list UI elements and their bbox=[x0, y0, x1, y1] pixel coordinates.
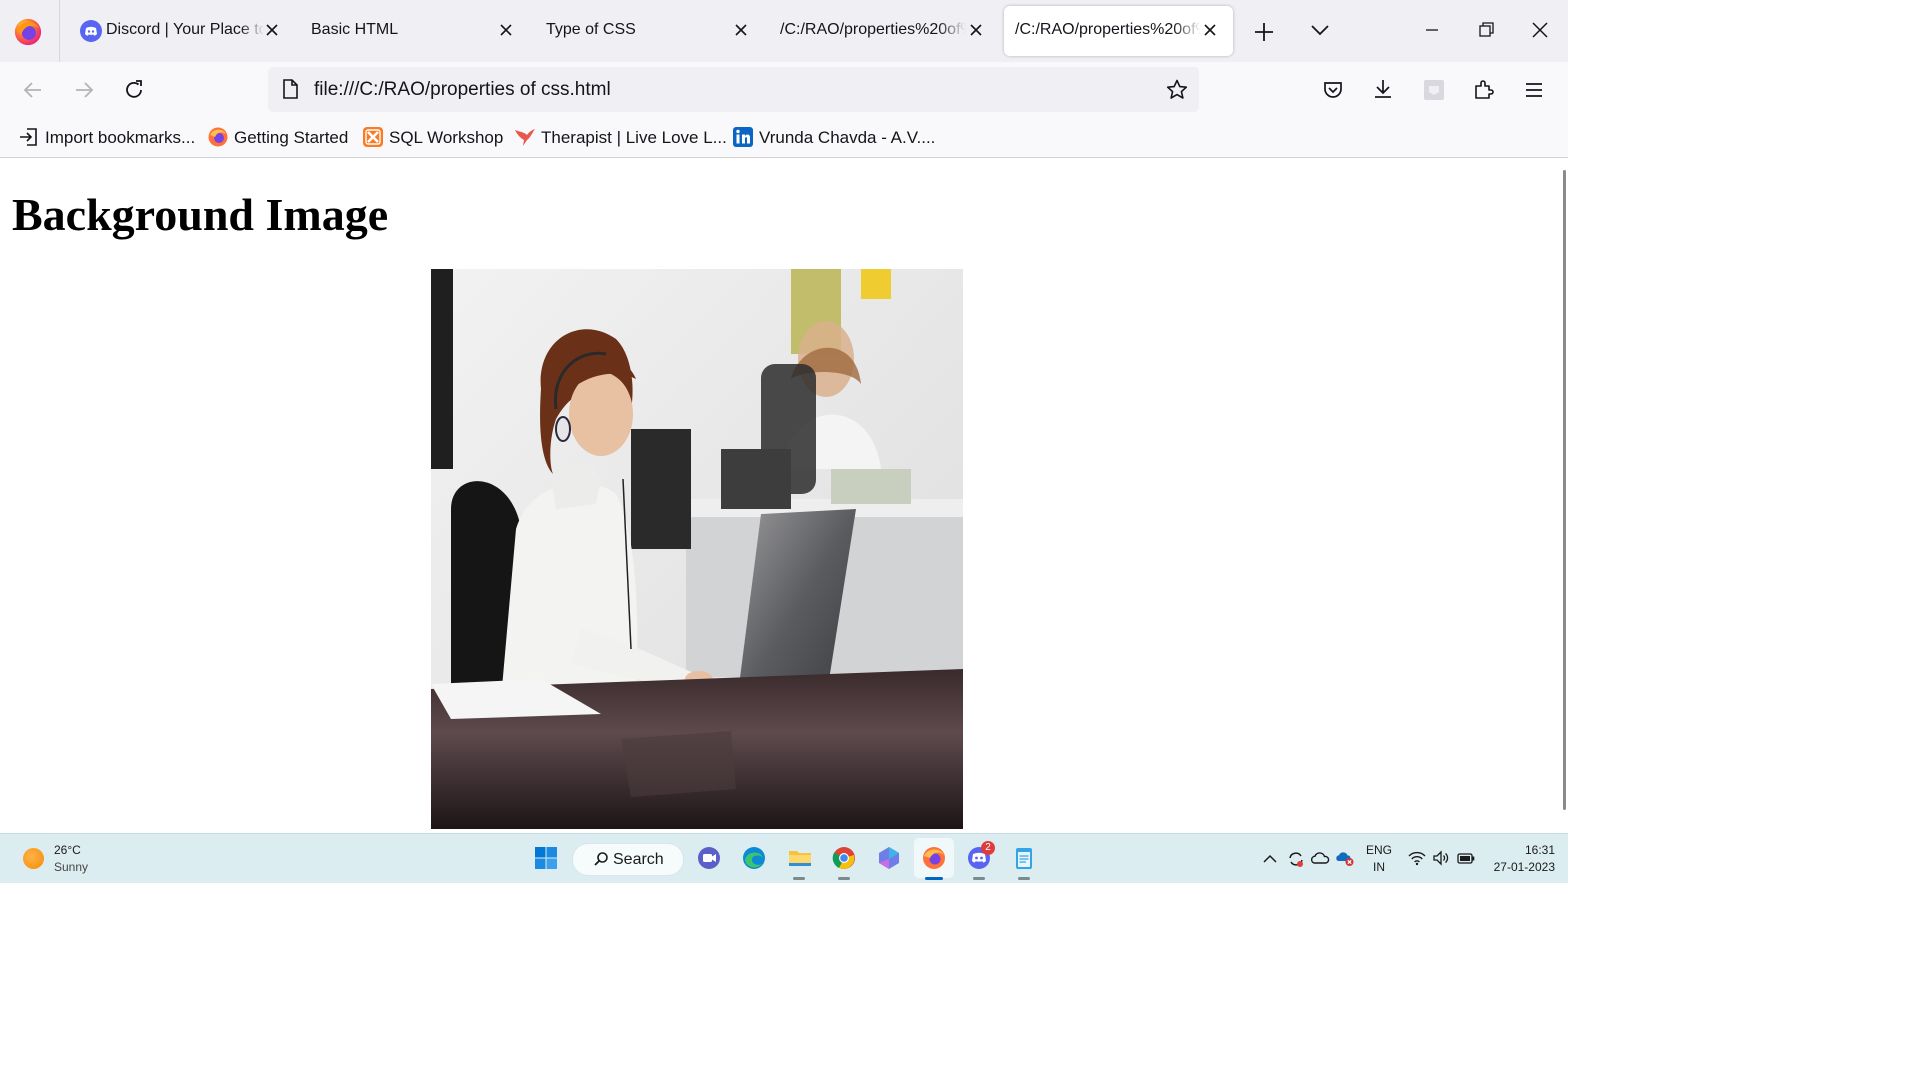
tab-separator bbox=[59, 0, 60, 62]
minimize-icon[interactable] bbox=[1420, 18, 1444, 42]
clock-date[interactable]: 27-01-2023 bbox=[1485, 860, 1555, 874]
bookmark-label: Getting Started bbox=[234, 128, 349, 147]
pocket-icon[interactable] bbox=[1321, 78, 1345, 102]
chrome-icon[interactable] bbox=[830, 844, 858, 872]
close-window-icon[interactable] bbox=[1528, 18, 1552, 42]
tab-basic-html[interactable]: Basic HTML bbox=[294, 6, 522, 56]
discord-badge: 2 bbox=[981, 841, 995, 855]
notepad-icon[interactable] bbox=[1010, 844, 1038, 872]
bookmark-label: Therapist | Live Love L... bbox=[541, 128, 727, 147]
onedrive-error-icon[interactable] bbox=[1335, 849, 1355, 867]
linkedin-icon bbox=[733, 127, 753, 147]
battery-icon[interactable] bbox=[1456, 850, 1476, 866]
tab-title: /C:/RAO/properties%20of%20css.html bbox=[780, 21, 966, 38]
forward-icon[interactable] bbox=[72, 78, 96, 102]
sync-icon[interactable] bbox=[1286, 849, 1306, 869]
tab-properties-css[interactable]: /C:/RAO/properties%20of%20css.html bbox=[766, 6, 994, 56]
wifi-icon[interactable] bbox=[1408, 850, 1426, 866]
language-indicator[interactable]: ENG bbox=[1364, 843, 1394, 857]
tab-title: /C:/RAO/properties%20of%20css.html bbox=[1015, 21, 1201, 38]
edge-icon[interactable] bbox=[740, 844, 768, 872]
back-icon[interactable] bbox=[21, 78, 45, 102]
windows-start-icon[interactable] bbox=[532, 844, 560, 872]
close-tab-icon[interactable] bbox=[264, 22, 280, 38]
page-scrollbar[interactable] bbox=[1563, 170, 1566, 810]
xampp-icon bbox=[363, 127, 383, 147]
volume-icon[interactable] bbox=[1432, 850, 1450, 866]
taskbar-search[interactable]: Search bbox=[572, 843, 684, 876]
running-indicator-active bbox=[925, 877, 943, 880]
close-tab-icon[interactable] bbox=[1202, 22, 1218, 38]
firefox-taskbar-icon[interactable] bbox=[920, 844, 948, 872]
teams-chat-icon[interactable] bbox=[695, 844, 723, 872]
discord-icon bbox=[80, 20, 102, 42]
windows-taskbar: 26°C Sunny Search 2 ENG IN 16:31 27-01-2… bbox=[0, 833, 1568, 883]
close-tab-icon[interactable] bbox=[498, 22, 514, 38]
tab-title: Type of CSS bbox=[546, 21, 636, 38]
reload-icon[interactable] bbox=[122, 78, 146, 102]
bookmark-label: Import bookmarks... bbox=[45, 128, 196, 147]
weather-condition[interactable]: Sunny bbox=[54, 860, 88, 874]
bookmark-label: Vrunda Chavda - A.V.... bbox=[759, 128, 936, 147]
page-heading: Background Image bbox=[12, 189, 389, 240]
firefox-icon bbox=[208, 127, 228, 147]
region-indicator[interactable]: IN bbox=[1364, 860, 1394, 874]
running-indicator bbox=[973, 877, 985, 880]
address-bar[interactable]: file:///C:/RAO/properties of css.html bbox=[268, 67, 1199, 112]
clock-time[interactable]: 16:31 bbox=[1485, 843, 1555, 857]
background-photo bbox=[431, 269, 963, 829]
file-explorer-icon[interactable] bbox=[786, 844, 814, 872]
bird-icon bbox=[515, 129, 535, 146]
bookmarks-toolbar: Import bookmarks... Getting Started SQL … bbox=[0, 117, 1568, 158]
extension-icon[interactable] bbox=[1422, 78, 1446, 102]
page-icon[interactable] bbox=[280, 78, 300, 100]
close-tab-icon[interactable] bbox=[968, 22, 984, 38]
new-tab-icon[interactable] bbox=[1252, 20, 1276, 44]
tab-strip: Discord | Your Place to Talk and Hang Ou… bbox=[0, 0, 1568, 62]
list-all-tabs-icon[interactable] bbox=[1308, 18, 1332, 42]
tab-title: Basic HTML bbox=[311, 21, 399, 38]
running-indicator bbox=[793, 877, 805, 880]
restore-icon[interactable] bbox=[1474, 18, 1498, 42]
tab-title: Discord | Your Place to Talk and Hang Ou… bbox=[106, 21, 264, 38]
tray-overflow-chevron-icon[interactable] bbox=[1262, 852, 1278, 866]
firefox-menu-icon[interactable] bbox=[13, 17, 43, 47]
import-icon bbox=[20, 128, 37, 146]
downloads-icon[interactable] bbox=[1371, 77, 1395, 101]
weather-temperature[interactable]: 26°C bbox=[54, 843, 81, 857]
search-icon bbox=[594, 852, 608, 866]
navigation-toolbar: file:///C:/RAO/properties of css.html bbox=[0, 62, 1568, 117]
search-label: Search bbox=[613, 851, 664, 868]
onedrive-icon[interactable] bbox=[1310, 850, 1330, 866]
running-indicator bbox=[1018, 877, 1030, 880]
bookmark-label: SQL Workshop bbox=[389, 128, 504, 147]
close-tab-icon[interactable] bbox=[733, 22, 749, 38]
bookmark-star-icon[interactable] bbox=[1165, 78, 1189, 102]
url-text[interactable]: file:///C:/RAO/properties of css.html bbox=[314, 79, 611, 101]
extensions-puzzle-icon[interactable] bbox=[1472, 78, 1496, 102]
tab-discord[interactable]: Discord | Your Place to Talk and Hang Ou… bbox=[64, 6, 286, 56]
tab-type-of-css[interactable]: Type of CSS bbox=[530, 6, 758, 56]
hamburger-menu-icon[interactable] bbox=[1522, 78, 1546, 102]
weather-sun-icon[interactable] bbox=[23, 848, 44, 869]
running-indicator bbox=[838, 877, 850, 880]
tab-properties-css-active[interactable]: /C:/RAO/properties%20of%20css.html bbox=[1004, 6, 1233, 56]
page-content: Background Image bbox=[0, 158, 1568, 833]
copilot-icon[interactable] bbox=[875, 844, 903, 872]
